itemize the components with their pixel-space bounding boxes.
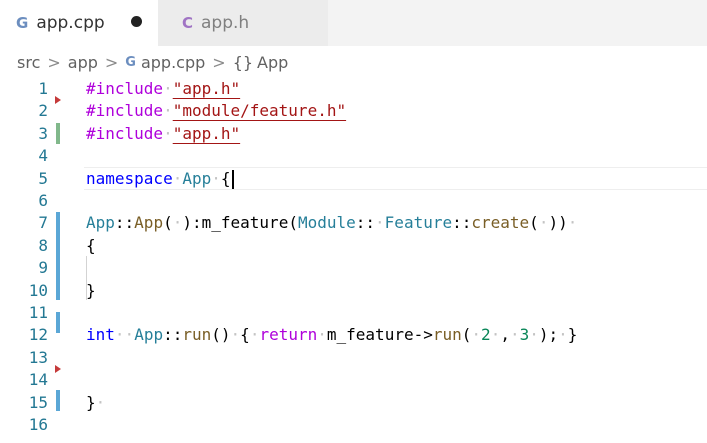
code-line-13: 13	[0, 347, 707, 369]
line-number: 12	[28, 325, 48, 345]
breadcrumb-item-app-folder[interactable]: app	[68, 53, 98, 72]
code-text: #include·"app.h"	[86, 79, 241, 98]
code-line-9: 9	[0, 257, 707, 279]
line-number: 2	[38, 101, 48, 121]
code-line-2: 2 #include·"module/feature.h"	[0, 100, 707, 122]
code-line-7: 7 App::App(·):m_feature(Module::·Feature…	[0, 212, 707, 234]
tab-bar-empty-area	[328, 0, 707, 46]
line-number: 16	[28, 415, 48, 434]
line-number: 5	[38, 168, 48, 188]
tab-label: app.cpp	[36, 13, 105, 33]
text-cursor	[231, 169, 234, 189]
line-number: 9	[38, 258, 48, 278]
code-text: #include·"app.h"	[86, 123, 241, 143]
line-number: 8	[38, 235, 48, 255]
code-line-10: 10 }	[0, 280, 707, 302]
tab-app-cpp[interactable]: G app.cpp	[0, 0, 158, 46]
code-editor[interactable]: 1 #include·"app.h" 2 #include·"module/fe…	[0, 78, 707, 443]
line-number: 6	[38, 191, 48, 210]
breadcrumb-item-file[interactable]: app.cpp	[141, 53, 205, 72]
line-number: 15	[28, 392, 48, 412]
code-line-3: 3 #include·"app.h"	[0, 123, 707, 145]
chevron-right-icon: >	[104, 52, 119, 72]
line-number: 3	[38, 123, 48, 143]
chevron-right-icon: >	[212, 52, 226, 72]
line-number: 1	[38, 79, 48, 98]
code-line-16: 16	[0, 414, 707, 436]
breadcrumb: src > app > G app.cpp > {} App	[0, 48, 288, 76]
cpp-file-icon: G	[125, 54, 136, 70]
unsaved-dot-icon[interactable]	[131, 16, 142, 27]
code-text: #include·"module/feature.h"	[86, 101, 347, 121]
code-text: App::App(·):m_feature(Module::·Feature::…	[86, 213, 578, 233]
breadcrumb-item-symbol[interactable]: App	[257, 53, 288, 72]
tab-label: app.h	[201, 13, 250, 33]
cpp-file-icon: G	[16, 14, 29, 32]
code-line-6: 6	[0, 190, 707, 212]
code-line-11: 11	[0, 302, 707, 324]
code-text: {	[86, 235, 96, 255]
line-number: 4	[38, 146, 48, 166]
code-text: namespace·App·{	[86, 168, 234, 190]
code-line-4: 4	[0, 145, 707, 167]
line-number: 13	[28, 347, 48, 367]
chevron-right-icon: >	[47, 52, 61, 72]
breadcrumb-item-src[interactable]: src	[17, 53, 40, 72]
tab-app-h[interactable]: C app.h	[158, 0, 328, 46]
code-line-5: 5 namespace·App·{	[0, 168, 707, 190]
c-header-file-icon: C	[182, 14, 194, 32]
line-number: 10	[28, 280, 48, 300]
code-line-14: 14	[0, 369, 707, 391]
namespace-symbol-icon: {}	[232, 52, 254, 72]
code-line-1: 1 #include·"app.h"	[0, 78, 707, 100]
code-line-15: 15 }·	[0, 392, 707, 414]
line-number: 11	[28, 303, 48, 322]
code-text: }·	[86, 392, 106, 412]
code-line-12: 12 int··App::run()·{·return·m_feature->r…	[0, 324, 707, 346]
line-number: 7	[38, 213, 48, 233]
line-number: 14	[28, 370, 48, 390]
code-line-8: 8 {	[0, 235, 707, 257]
code-text: int··App::run()·{·return·m_feature->run(…	[86, 325, 578, 345]
tab-bar: G app.cpp C app.h	[0, 0, 707, 46]
code-text: }	[86, 280, 96, 300]
